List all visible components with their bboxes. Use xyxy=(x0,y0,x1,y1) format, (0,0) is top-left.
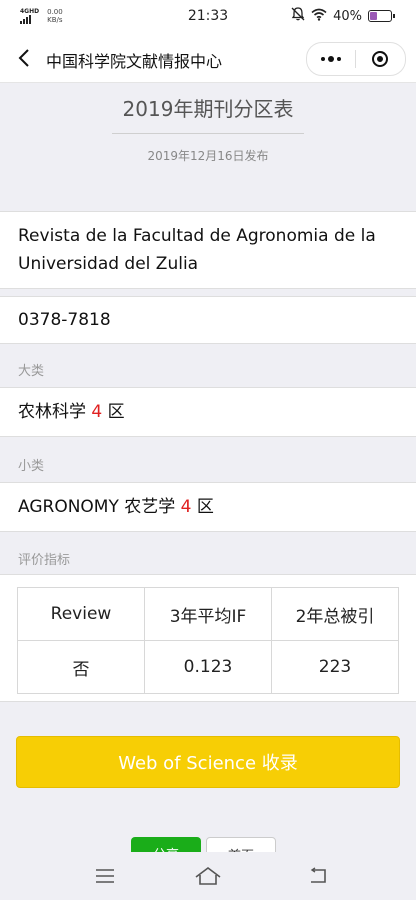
nav-title: 中国科学院文献情报中心 xyxy=(46,52,223,71)
journal-name: Revista de la Facultad de Agronomia de l… xyxy=(18,226,376,274)
close-miniprogram-button[interactable] xyxy=(356,43,404,75)
metrics-header-row: Review 3年平均IF 2年总被引 xyxy=(17,587,399,641)
value-avg-if: 0.123 xyxy=(144,640,272,694)
major-category-zone: 4 xyxy=(91,402,103,422)
minor-category-label: 小类 xyxy=(18,459,45,474)
miniprogram-capsule xyxy=(306,42,406,76)
minor-category-cell: AGRONOMY 农艺学 4 区 xyxy=(0,482,416,532)
minor-category-value: AGRONOMY 农艺学 4 区 xyxy=(18,493,400,521)
menu-button[interactable] xyxy=(90,864,120,888)
major-category-label: 大类 xyxy=(18,364,45,379)
header-avg-if: 3年平均IF xyxy=(144,587,272,641)
status-icons: 40% xyxy=(291,7,395,25)
minor-category-zone-suffix: 区 xyxy=(196,497,214,517)
nav-bar: 中国科学院文献情报中心 xyxy=(0,34,416,83)
return-icon xyxy=(310,867,326,883)
issn-cell: 0378-7818 xyxy=(0,296,416,344)
back-button[interactable] xyxy=(12,44,36,72)
wifi-icon xyxy=(311,8,327,25)
metrics-label: 评价指标 xyxy=(18,553,71,568)
mute-icon xyxy=(291,7,305,25)
menu-icon xyxy=(96,869,114,883)
chevron-left-icon xyxy=(18,49,29,67)
major-category-zone-suffix: 区 xyxy=(107,402,125,422)
metrics-table: Review 3年平均IF 2年总被引 否 0.123 223 xyxy=(17,587,399,694)
value-citations: 223 xyxy=(271,640,399,694)
title-divider xyxy=(112,133,304,134)
page-header: 2019年期刊分区表 2019年12月16日发布 xyxy=(0,83,416,211)
header-review: Review xyxy=(17,587,145,641)
value-review: 否 xyxy=(17,640,145,694)
more-button[interactable] xyxy=(307,43,355,75)
journal-name-cell: Revista de la Facultad de Agronomia de l… xyxy=(0,211,416,289)
issn: 0378-7818 xyxy=(18,310,111,330)
metrics-value-row: 否 0.123 223 xyxy=(17,640,399,694)
publish-date: 2019年12月16日发布 xyxy=(147,149,269,163)
web-of-science-button[interactable]: Web of Science 收录 xyxy=(16,736,400,788)
battery-icon xyxy=(368,10,395,22)
header-citations: 2年总被引 xyxy=(271,587,399,641)
major-category-value: 农林科学 4 区 xyxy=(18,398,400,426)
target-icon xyxy=(372,51,388,67)
battery-percent: 40% xyxy=(333,8,362,24)
home-icon xyxy=(195,867,221,885)
minor-category-zone: 4 xyxy=(180,497,192,517)
system-back-button[interactable] xyxy=(303,864,333,888)
major-category-name: 农林科学 xyxy=(18,402,86,422)
metrics-panel: Review 3年平均IF 2年总被引 否 0.123 223 xyxy=(0,574,416,702)
minor-category-name: AGRONOMY 农艺学 xyxy=(18,497,176,517)
page-title: 2019年期刊分区表 xyxy=(122,97,294,121)
system-nav-bar xyxy=(0,852,416,900)
major-category-cell: 农林科学 4 区 xyxy=(0,387,416,437)
system-home-button[interactable] xyxy=(193,864,223,888)
status-bar: 4GHD 0.00 KB/s 21:33 40% xyxy=(0,0,416,34)
